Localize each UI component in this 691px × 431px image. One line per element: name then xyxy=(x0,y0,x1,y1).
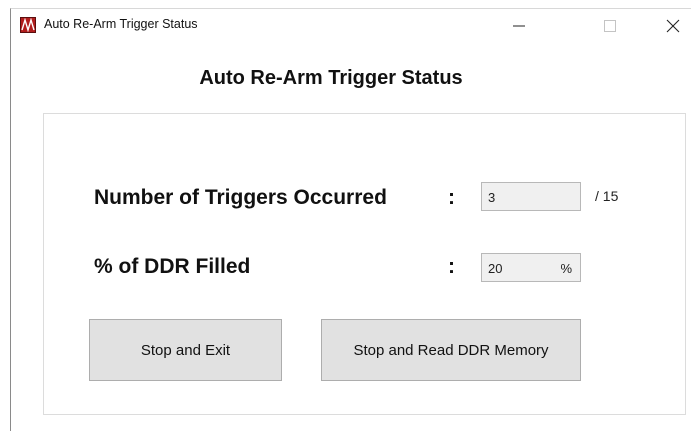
ddr-filled-value: 20 xyxy=(488,261,503,276)
ddr-filled-field[interactable]: 20 % xyxy=(481,253,581,282)
triggers-label: Number of Triggers Occurred xyxy=(94,186,387,209)
maximize-icon xyxy=(604,20,616,32)
title-bar[interactable]: Auto Re-Arm Trigger Status xyxy=(11,9,691,45)
page-heading: Auto Re-Arm Trigger Status xyxy=(199,67,463,89)
close-button[interactable] xyxy=(651,9,691,43)
stop-and-exit-button[interactable]: Stop and Exit xyxy=(89,319,282,381)
ddr-filled-label: % of DDR Filled xyxy=(94,255,251,278)
minimize-button[interactable] xyxy=(497,9,541,43)
ddr-filled-colon: : xyxy=(448,255,455,278)
app-icon xyxy=(20,17,36,33)
triggers-colon: : xyxy=(448,186,455,209)
maximize-button[interactable] xyxy=(588,9,632,43)
ddr-filled-unit: % xyxy=(560,261,572,276)
minimize-icon xyxy=(513,25,525,27)
status-panel: Number of Triggers Occurred : 3 / 15 % o… xyxy=(43,113,686,415)
app-window: Auto Re-Arm Trigger Status Auto Re-Arm T… xyxy=(10,8,691,431)
stop-and-read-ddr-button[interactable]: Stop and Read DDR Memory xyxy=(321,319,581,381)
triggers-count-field[interactable]: 3 xyxy=(481,182,581,211)
triggers-total: / 15 xyxy=(595,188,619,204)
close-icon xyxy=(666,19,680,33)
window-title: Auto Re-Arm Trigger Status xyxy=(44,17,198,31)
